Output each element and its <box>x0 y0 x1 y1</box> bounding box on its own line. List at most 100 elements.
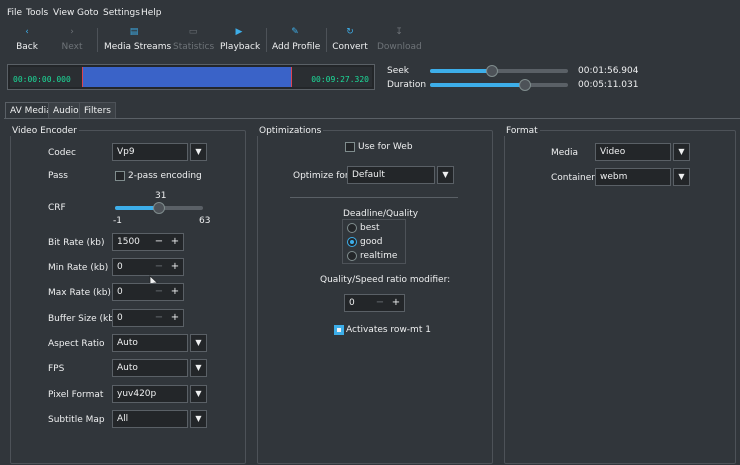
chevron-down-icon[interactable]: ▼ <box>190 143 207 161</box>
menu-tools[interactable]: Tools <box>26 8 48 18</box>
plus-icon[interactable]: + <box>390 295 402 311</box>
plus-icon[interactable]: + <box>169 234 181 250</box>
aspect-ratio-value: Auto <box>112 334 188 352</box>
crf-value: 31 <box>155 191 167 201</box>
two-pass-label: 2-pass encoding <box>128 171 202 181</box>
playback-button[interactable]: ▶ Playback <box>220 26 261 54</box>
tab-filters[interactable]: Filters <box>79 102 116 119</box>
radio-realtime[interactable] <box>347 251 357 261</box>
min-rate-label: Min Rate (kb) <box>48 263 109 273</box>
seek-slider-handle[interactable] <box>486 65 498 77</box>
crf-min: -1 <box>113 216 122 226</box>
quality-speed-label: Quality/Speed ratio modifier: <box>320 275 451 285</box>
optimize-for-label: Optimize for <box>293 171 349 181</box>
minus-icon[interactable]: − <box>153 234 165 250</box>
pixel-format-combo[interactable]: yuv420p ▼ <box>112 385 208 403</box>
media-streams-label: Media Streams <box>104 42 172 52</box>
menu-view[interactable]: View <box>53 8 74 18</box>
two-pass-checkbox[interactable] <box>115 171 125 181</box>
min-rate-spinbox[interactable]: 0 − + <box>112 258 184 276</box>
codec-combo[interactable]: Vp9 ▼ <box>112 143 208 161</box>
use-for-web-checkbox[interactable] <box>345 142 355 152</box>
duration-slider-handle[interactable] <box>519 79 531 91</box>
max-rate-spinbox[interactable]: 0 − + <box>112 283 184 301</box>
convert-refresh-icon: ↻ <box>346 27 354 37</box>
quality-speed-value: 0 <box>349 298 355 308</box>
toolbar: ‹ Back › Next ▤ Media Streams ▭ Statisti… <box>0 24 740 58</box>
seek-slider[interactable] <box>430 65 568 77</box>
media-value: Video <box>595 143 671 161</box>
codec-value: Vp9 <box>112 143 188 161</box>
minus-icon[interactable]: − <box>153 310 165 326</box>
media-combo[interactable]: Video ▼ <box>595 143 691 161</box>
buffer-size-spinbox[interactable]: 0 − + <box>112 309 184 327</box>
aspect-ratio-combo[interactable]: Auto ▼ <box>112 334 208 352</box>
chevron-down-icon[interactable]: ▼ <box>190 334 207 352</box>
radio-good[interactable] <box>347 237 357 247</box>
timeline[interactable]: 00:00:00.000 00:09:27.320 <box>7 64 375 90</box>
bit-rate-spinbox[interactable]: 1500 − + <box>112 233 184 251</box>
minus-icon[interactable]: − <box>153 259 165 275</box>
menu-file[interactable]: File <box>7 8 22 18</box>
next-button[interactable]: › Next <box>57 26 87 54</box>
codec-label: Codec <box>48 148 76 158</box>
subtitle-map-combo[interactable]: All ▼ <box>112 410 208 428</box>
toolbar-separator <box>266 28 267 52</box>
fps-combo[interactable]: Auto ▼ <box>112 359 208 377</box>
chevron-down-icon[interactable]: ▼ <box>190 385 207 403</box>
convert-label: Convert <box>332 42 368 52</box>
menu-settings[interactable]: Settings <box>103 8 140 18</box>
toolbar-separator <box>326 28 327 52</box>
menu-goto[interactable]: Goto <box>77 8 99 18</box>
pixel-format-label: Pixel Format <box>48 390 104 400</box>
subtitle-map-value: All <box>112 410 188 428</box>
chevron-down-icon[interactable]: ▼ <box>673 143 690 161</box>
playback-label: Playback <box>220 42 261 52</box>
radio-best-label: best <box>360 223 380 233</box>
plus-icon[interactable]: + <box>169 284 181 300</box>
statistics-label: Statistics <box>173 42 215 52</box>
optimizations-title: Optimizations <box>257 126 324 136</box>
download-label: Download <box>377 42 422 52</box>
fps-label: FPS <box>48 364 65 374</box>
plus-icon[interactable]: + <box>169 310 181 326</box>
add-profile-button[interactable]: ✎ Add Profile <box>272 26 321 54</box>
chevron-down-icon[interactable]: ▼ <box>190 410 207 428</box>
crf-slider-handle[interactable] <box>153 202 165 214</box>
add-profile-label: Add Profile <box>272 42 321 52</box>
container-label: Container <box>551 173 595 183</box>
row-mt-checkbox[interactable] <box>334 325 344 335</box>
timeline-track[interactable]: 00:00:00.000 00:09:27.320 <box>10 67 372 87</box>
duration-slider[interactable] <box>430 79 568 91</box>
minus-icon[interactable]: − <box>374 295 386 311</box>
back-label: Back <box>16 42 38 52</box>
timeline-selection[interactable] <box>82 67 292 87</box>
convert-button[interactable]: ↻ Convert <box>332 26 368 54</box>
chevron-down-icon[interactable]: ▼ <box>673 168 690 186</box>
minus-icon[interactable]: − <box>153 284 165 300</box>
statistics-button[interactable]: ▭ Statistics <box>173 26 215 54</box>
plus-icon[interactable]: + <box>169 259 181 275</box>
duration-slider-fill <box>430 83 525 87</box>
crf-label: CRF <box>48 203 66 213</box>
radio-best[interactable] <box>347 223 357 233</box>
crf-max: 63 <box>199 216 211 226</box>
media-streams-button[interactable]: ▤ Media Streams <box>104 26 172 54</box>
crf-slider[interactable] <box>115 202 203 214</box>
buffer-size-label: Buffer Size (kb) <box>48 314 118 324</box>
subtitle-map-label: Subtitle Map <box>48 415 105 425</box>
quality-speed-spinbox[interactable]: 0 − + <box>344 294 405 312</box>
chevron-down-icon[interactable]: ▼ <box>437 166 454 184</box>
fps-value: Auto <box>112 359 188 377</box>
media-streams-icon: ▤ <box>129 27 139 37</box>
download-button[interactable]: ↧ Download <box>377 26 422 54</box>
statistics-icon: ▭ <box>188 27 198 37</box>
use-for-web-label: Use for Web <box>358 142 413 152</box>
menu-help[interactable]: Help <box>141 8 162 18</box>
chevron-down-icon[interactable]: ▼ <box>190 359 207 377</box>
next-arrow-icon: › <box>70 27 74 37</box>
back-button[interactable]: ‹ Back <box>12 26 42 54</box>
optimize-for-combo[interactable]: Default ▼ <box>347 166 455 184</box>
container-combo[interactable]: webm ▼ <box>595 168 691 186</box>
seek-label: Seek <box>387 66 409 76</box>
